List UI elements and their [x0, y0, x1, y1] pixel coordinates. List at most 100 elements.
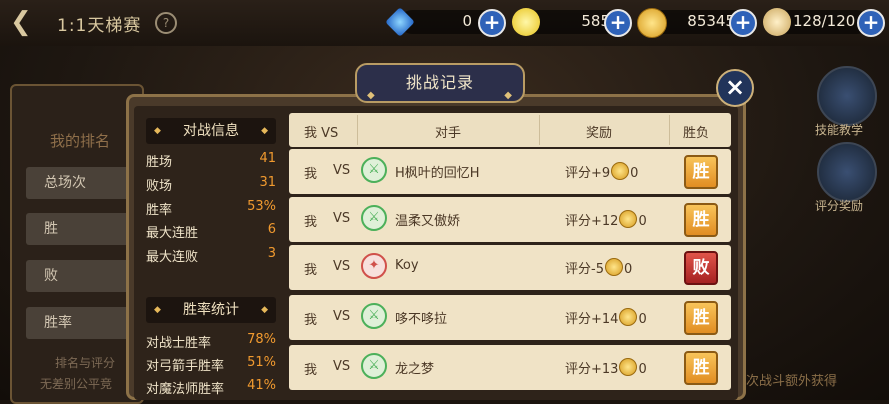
- header-reward: 奖励: [586, 126, 613, 141]
- reward-text: 评分-5 0: [565, 258, 632, 277]
- table-row[interactable]: 我 VS ⚔ 哆不哆拉 评分+14 0 胜: [289, 295, 731, 340]
- stat-label: 最大连胜: [146, 226, 199, 241]
- total-matches-button[interactable]: 总场次: [26, 167, 136, 199]
- stat-value: 51%: [247, 355, 276, 370]
- winrate-stats-heading: ◆ 胜率统计 ◆: [146, 297, 276, 323]
- me-label: 我: [304, 313, 318, 328]
- reward-score: 评分+9: [565, 166, 611, 181]
- result-badge: 胜: [684, 155, 718, 189]
- vs-label: VS: [333, 211, 351, 226]
- stat-label: 对魔法师胜率: [146, 382, 225, 397]
- reward-gold: 0: [638, 362, 647, 377]
- reward-text: 评分+14 0: [565, 308, 647, 327]
- table-row[interactable]: 我 VS ⚔ 龙之梦 评分+13 0 胜: [289, 345, 731, 390]
- column-divider: [669, 115, 670, 145]
- resource-energy: 585 +: [512, 8, 636, 37]
- help-icon[interactable]: ?: [155, 12, 177, 34]
- result-badge: 胜: [684, 301, 718, 335]
- modal-title-text: 挑战记录: [405, 73, 474, 92]
- stat-label: 胜率: [146, 203, 173, 218]
- header-me-vs: 我 VS: [304, 126, 339, 141]
- energy-swirl-icon: [512, 8, 540, 36]
- page-title: 1:1天梯赛: [57, 16, 142, 36]
- me-label: 我: [304, 263, 318, 278]
- title-left-diamond-icon: ◆: [367, 90, 376, 101]
- opponent-name: Koy: [395, 258, 419, 273]
- modal-title: ◆ 挑战记录 ◆: [355, 63, 525, 103]
- reward-gold: 0: [638, 312, 647, 327]
- resource-diamond: 0 +: [385, 7, 510, 37]
- left-footer-line-2: 无差别公平竞: [40, 377, 113, 391]
- add-gold-button[interactable]: +: [729, 9, 757, 37]
- stat-row: 对魔法师胜率 41%: [146, 378, 276, 400]
- gold-coin-icon: [619, 308, 638, 326]
- reward-gold: 0: [623, 262, 633, 277]
- stat-row: 胜率 53%: [146, 199, 276, 221]
- stat-label: 败场: [146, 179, 173, 194]
- gold-value: 85345: [687, 12, 735, 30]
- losses-button[interactable]: 败: [26, 260, 136, 292]
- stat-label: 最大连败: [146, 250, 199, 265]
- rating-reward-icon[interactable]: [817, 142, 877, 202]
- mage-class-icon: ✦: [361, 253, 387, 279]
- energy-value: 585: [581, 12, 610, 30]
- back-arrow-icon[interactable]: ❮: [10, 8, 40, 36]
- winrate-stats-heading-text: 胜率统计: [183, 302, 239, 318]
- gold-coin-icon: [619, 210, 638, 228]
- reward-score: 评分-5: [565, 262, 604, 277]
- reward-score: 评分+12: [565, 214, 619, 229]
- result-badge: 胜: [684, 203, 718, 237]
- reward-text: 评分+13 0: [565, 358, 647, 377]
- table-header: 我 VS 对手 奖励 胜负: [289, 113, 731, 147]
- me-label: 我: [304, 215, 318, 230]
- add-stamina-button[interactable]: +: [857, 9, 885, 37]
- close-button[interactable]: ×: [716, 69, 754, 107]
- my-rank-label: 我的排名: [50, 132, 111, 150]
- vs-label: VS: [333, 259, 351, 274]
- stat-row: 胜场 41: [146, 151, 276, 173]
- wins-button[interactable]: 胜: [26, 213, 136, 245]
- reward-gold: 0: [630, 166, 639, 181]
- table-row[interactable]: 我 VS ✦ Koy 评分-5 0 败: [289, 245, 731, 290]
- reward-text: 评分+12 0: [565, 210, 647, 229]
- table-row[interactable]: 我 VS ⚔ 温柔又傲娇 评分+12 0 胜: [289, 197, 731, 242]
- battle-info-heading-text: 对战信息: [183, 123, 239, 139]
- stat-label: 对战士胜率: [146, 336, 212, 351]
- extra-reward-text: 次战斗额外获得: [746, 374, 838, 389]
- result-badge: 胜: [684, 351, 718, 385]
- vs-label: VS: [333, 309, 351, 324]
- stat-row: 最大连胜 6: [146, 222, 276, 244]
- table-row[interactable]: 我 VS ⚔ H枫叶的回忆H 评分+9 0 胜: [289, 149, 731, 194]
- stat-value: 78%: [247, 332, 276, 347]
- stat-value: 3: [267, 246, 276, 261]
- add-diamond-button[interactable]: +: [478, 9, 506, 37]
- gold-coin-icon: [611, 162, 630, 180]
- reward-gold: 0: [638, 214, 647, 229]
- warrior-class-icon: ⚔: [361, 353, 387, 379]
- me-label: 我: [304, 167, 318, 182]
- gold-coin-icon: [604, 258, 623, 276]
- skill-tutorial-label: 技能教学: [815, 123, 864, 137]
- stat-value: 41: [259, 151, 276, 166]
- resource-stamina: 128/120 +: [763, 8, 887, 37]
- stat-row: 对弓箭手胜率 51%: [146, 355, 276, 377]
- winrate-button[interactable]: 胜率: [26, 307, 136, 339]
- record-table: 我 VS 对手 奖励 胜负 我 VS ⚔ H枫叶的回忆H 评分+9 0 胜 我 V…: [289, 113, 731, 400]
- stat-label: 胜场: [146, 155, 173, 170]
- warrior-class-icon: ⚔: [361, 157, 387, 183]
- stat-value: 6: [267, 222, 276, 237]
- left-footer-line-1: 排名与评分: [55, 356, 116, 370]
- stamina-value: 128/120: [793, 12, 856, 30]
- resource-gold: 85345 +: [637, 8, 761, 38]
- heading-diamond-icon: ◆: [261, 126, 268, 136]
- heading-diamond-icon: ◆: [261, 305, 268, 315]
- warrior-class-icon: ⚔: [361, 303, 387, 329]
- heading-diamond-icon: ◆: [154, 126, 161, 136]
- header-opponent: 对手: [435, 126, 462, 141]
- stat-row: 对战士胜率 78%: [146, 332, 276, 354]
- skill-tutorial-icon[interactable]: [817, 66, 877, 126]
- gold-coin-icon: [637, 8, 667, 38]
- vs-label: VS: [333, 359, 351, 374]
- header-result: 胜负: [683, 126, 710, 141]
- add-energy-button[interactable]: +: [604, 9, 632, 37]
